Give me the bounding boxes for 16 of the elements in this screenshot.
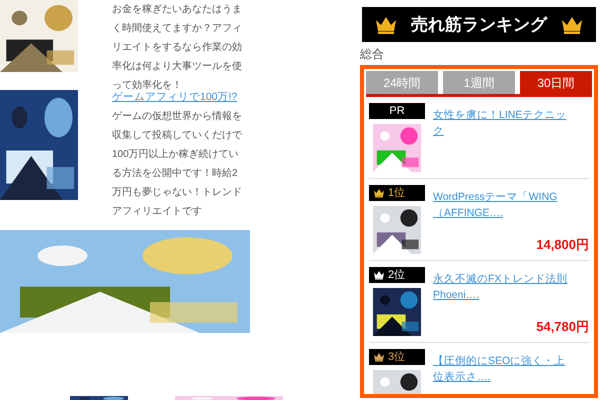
product-price: 14,800円 <box>536 236 589 254</box>
product-price: 54,780円 <box>536 318 589 336</box>
period-tab[interactable]: 24時間 <box>366 71 438 94</box>
product-link[interactable]: 永久不滅のFXトレンド法則Phoeni…. <box>433 271 573 303</box>
pr-badge: PR <box>369 103 425 119</box>
product-link[interactable]: 【圧倒的にSEOに強く・上位表示さ…. <box>433 353 573 385</box>
category-label: 総合 <box>360 46 384 63</box>
product-link[interactable]: WordPressテーマ「WING（AFFINGE…. <box>433 189 573 221</box>
article-description: ゲームの仮想世界から情報を収集して投稿していくだけで100万円以上か稼ぎ続けている方法を公開中です！時給2万円も夢じゃない！トレンドアフィリエイトです <box>112 110 243 219</box>
product-link[interactable]: 女性を虜に！LINEテクニック <box>433 107 573 139</box>
ranking-title: 売れ筋ランキング <box>411 14 547 36</box>
rank-label: 3位 <box>388 350 406 365</box>
rank-label: 2位 <box>388 268 406 283</box>
period-tab[interactable]: 1週間 <box>443 71 515 94</box>
rank-label: 1位 <box>388 186 406 201</box>
period-tab[interactable]: 30日間 <box>520 71 592 94</box>
